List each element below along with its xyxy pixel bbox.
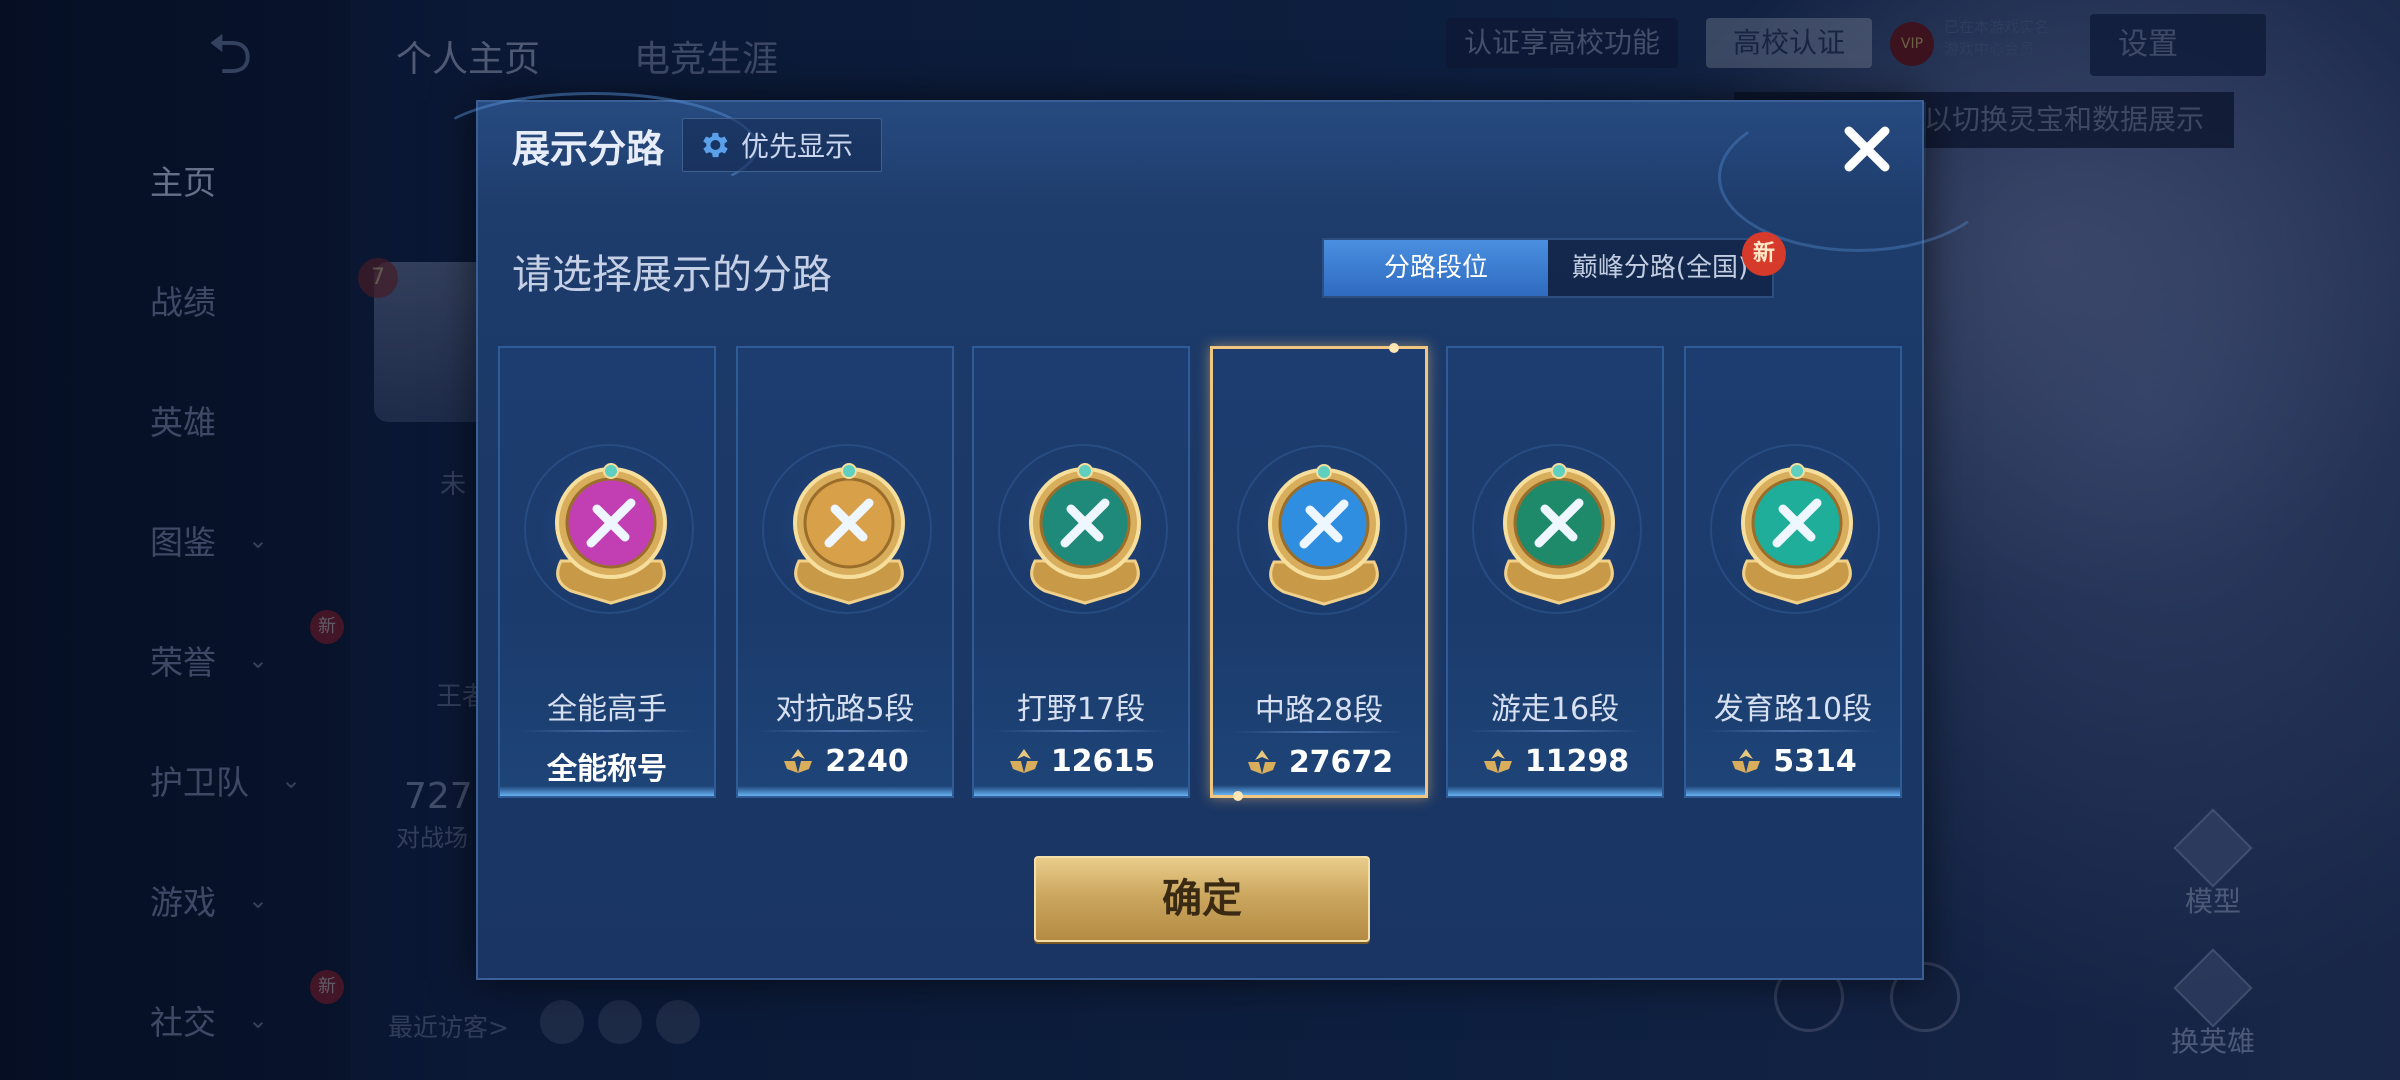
lane-card-label: 全能高手 xyxy=(547,692,667,727)
card-bottom-glow xyxy=(1448,786,1662,796)
tab-lane-rank[interactable]: 分路段位 xyxy=(1324,240,1548,296)
mid-lane-badge-icon xyxy=(1237,445,1407,615)
lane-card[interactable]: 游走16段 11298 xyxy=(1446,346,1664,798)
lane-card-value-text: 2240 xyxy=(825,744,909,779)
lane-card[interactable]: 发育路10段 5314 xyxy=(1684,346,1902,798)
lane-card-value: 11298 xyxy=(1448,744,1662,779)
tab-lane-rank-label: 分路段位 xyxy=(1383,253,1488,283)
close-button[interactable] xyxy=(1832,114,1902,184)
lane-card-value-text: 12615 xyxy=(1050,744,1156,779)
card-bottom-glow xyxy=(974,786,1188,796)
card-bottom-glow xyxy=(500,786,714,796)
card-bottom-glow xyxy=(738,786,952,796)
gear-icon xyxy=(703,132,728,158)
lane-display-dialog: 展示分路 优先显示 请选择展示的分路 分路段位 巅峰分路(全国) 新 全能高手全… xyxy=(428,92,1998,980)
lane-card-label: 中路28段 xyxy=(1254,693,1384,728)
lane-card[interactable]: 中路28段 27672 xyxy=(1210,343,1428,801)
divider xyxy=(1233,731,1405,733)
tab-peak-lane-label: 巅峰分路(全国) xyxy=(1571,253,1749,283)
divider xyxy=(758,730,932,732)
all-round-badge-icon xyxy=(524,444,694,614)
peak-points-icon xyxy=(1729,747,1763,777)
divider xyxy=(1706,730,1880,732)
lane-card-label: 游走16段 xyxy=(1490,692,1620,727)
tab-peak-lane-national[interactable]: 巅峰分路(全国) 新 xyxy=(1548,232,1786,296)
jungle-badge-icon xyxy=(998,444,1168,614)
lane-source-toggle: 分路段位 巅峰分路(全国) 新 xyxy=(1322,232,1786,298)
lane-card-value-text: 11298 xyxy=(1524,744,1630,779)
lane-card-value-text: 5314 xyxy=(1773,744,1857,779)
divider xyxy=(994,730,1168,732)
selection-corner-dot xyxy=(1389,343,1399,353)
lane-card-value: 5314 xyxy=(1686,744,1900,779)
roam-badge-icon xyxy=(1472,444,1642,614)
card-bottom-glow xyxy=(1213,785,1425,795)
lane-card-label: 对抗路5段 xyxy=(775,692,915,727)
dialog-title: 展示分路 xyxy=(512,127,665,171)
lane-card-list: 全能高手 全能称号 对抗路5段 2240 打野17段 12615 中路28段 27672 游走1… xyxy=(498,343,1908,801)
peak-points-icon xyxy=(1481,747,1515,777)
confirm-button[interactable]: 确定 xyxy=(1034,856,1370,942)
peak-points-icon xyxy=(1245,748,1279,778)
lane-card-value: 12615 xyxy=(974,744,1188,779)
clash-lane-badge-icon xyxy=(762,444,932,614)
close-icon xyxy=(1844,126,1890,172)
lane-card-label: 发育路10段 xyxy=(1713,692,1873,727)
selection-corner-dot xyxy=(1233,791,1243,801)
divider xyxy=(1468,730,1642,732)
lane-card-label: 打野17段 xyxy=(1016,692,1146,727)
priority-display-button[interactable]: 优先显示 xyxy=(682,118,882,172)
farm-lane-badge-icon xyxy=(1710,444,1880,614)
lane-card-value-text: 全能称号 xyxy=(547,752,667,787)
select-lane-prompt: 请选择展示的分路 xyxy=(512,252,832,298)
new-badge: 新 xyxy=(1742,232,1786,276)
lane-card-value: 2240 xyxy=(738,744,952,779)
card-bottom-glow xyxy=(1686,786,1900,796)
lane-card-value: 27672 xyxy=(1213,745,1425,780)
lane-card-value: 全能称号 xyxy=(500,744,714,788)
lane-card[interactable]: 打野17段 12615 xyxy=(972,346,1190,798)
divider xyxy=(520,730,694,732)
priority-display-label: 优先显示 xyxy=(741,130,854,163)
lane-card[interactable]: 对抗路5段 2240 xyxy=(736,346,954,798)
lane-card[interactable]: 全能高手 全能称号 xyxy=(498,346,716,798)
peak-points-icon xyxy=(1007,747,1041,777)
lane-card-value-text: 27672 xyxy=(1288,745,1394,780)
peak-points-icon xyxy=(781,747,815,777)
